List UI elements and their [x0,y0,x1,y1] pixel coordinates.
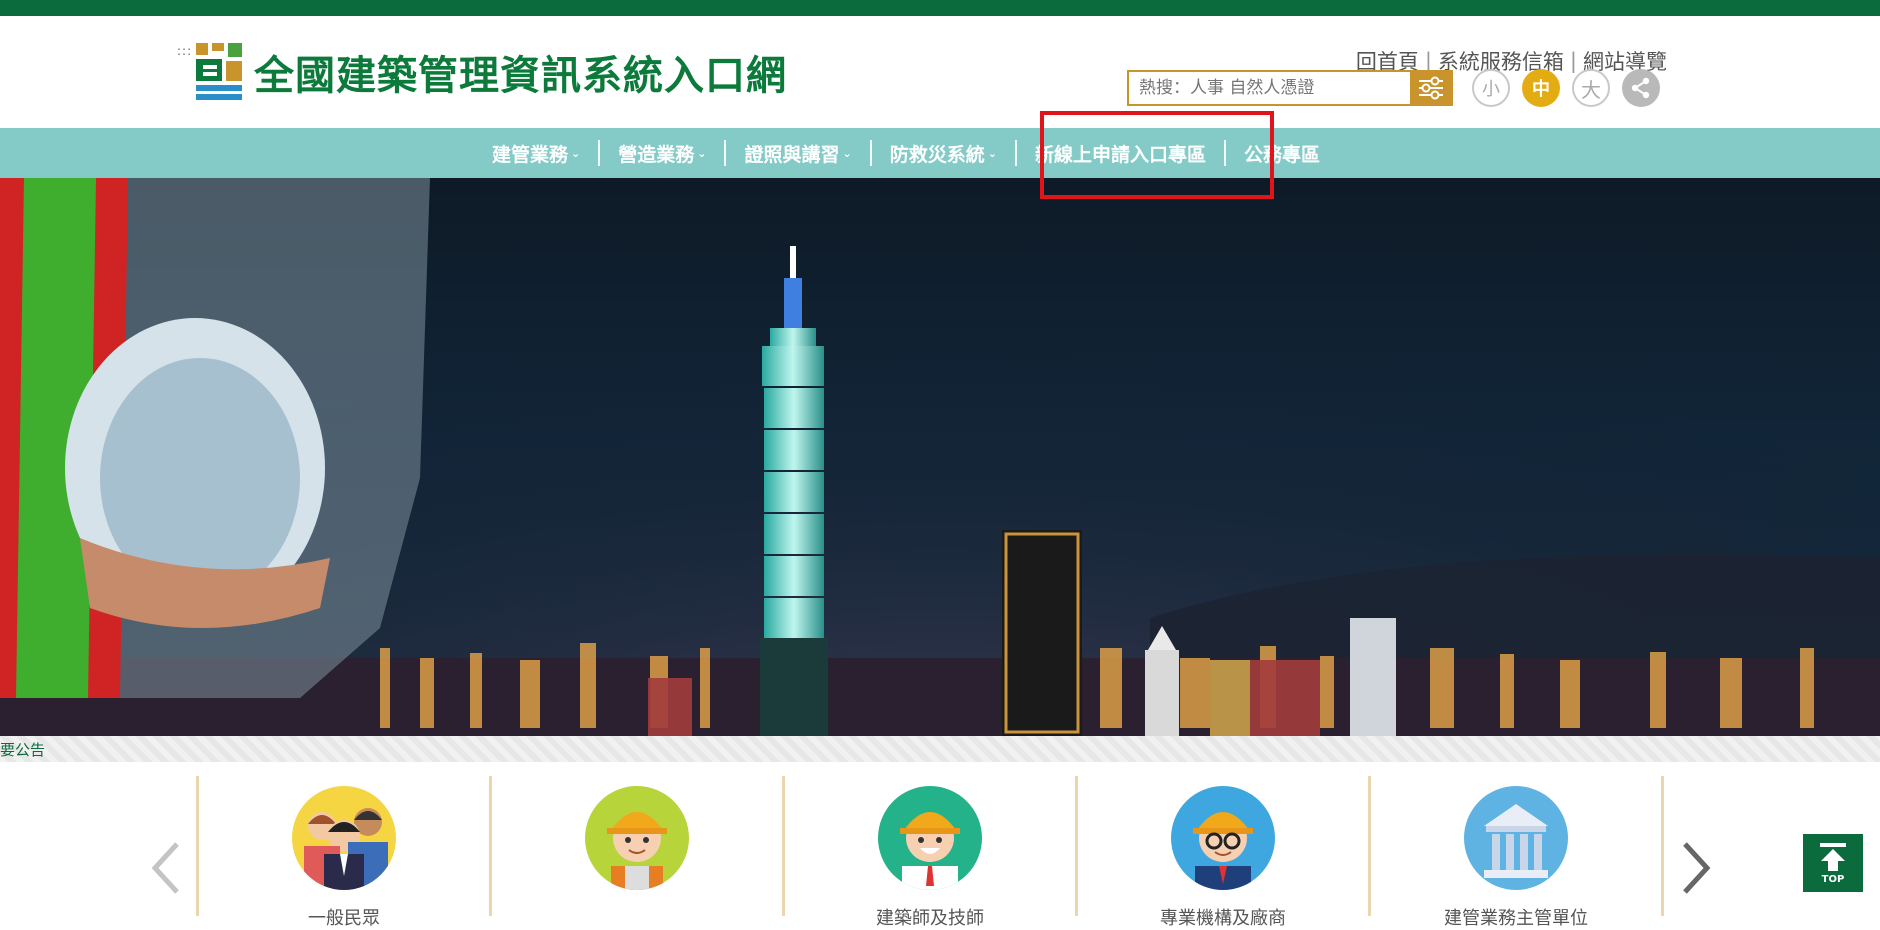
nav-separator [869,140,872,166]
carousel-prev-button[interactable] [146,838,186,898]
share-icon [1631,77,1650,99]
back-to-top-button[interactable]: TOP [1803,834,1863,892]
nav-separator [1014,140,1017,166]
chevron-down-icon: ⌄ [987,146,997,160]
card-label: 建築師及技師 [876,908,984,929]
search-input[interactable] [1129,73,1413,103]
nav-public-service[interactable]: 公務專區 [1232,128,1332,178]
site-title: 全國建築管理資訊系統入口網 [254,53,787,99]
nav-online-application[interactable]: 新線上申請入口專區 [1023,128,1218,178]
nav-label: 營造業務 [618,143,695,166]
card-divider [782,776,785,916]
card-divider [196,776,199,916]
nav-separator [598,140,601,166]
font-size-small-button[interactable]: 小 [1472,69,1510,107]
nav-construction-business[interactable]: 營造業務 ⌄ [606,128,718,178]
carousel-next-button[interactable] [1676,838,1716,898]
ticker-text[interactable]: 要公告 [0,739,45,760]
arrow-up-icon [1820,842,1846,871]
hero-banner [0,178,1880,736]
card-label: 專業機構及廠商 [1160,908,1286,929]
chevron-down-icon: ⌄ [697,146,707,160]
card-divider [489,776,492,916]
top-accent-bar [0,0,1880,16]
card-government-authority[interactable]: 建管業務主管單位 [1444,786,1588,929]
nav-separator [1223,140,1226,166]
nav-label: 新線上申請入口專區 [1034,143,1206,166]
sliders-icon [1419,76,1443,100]
nav-licenses-training[interactable]: 證照與講習 ⌄ [732,128,863,178]
government-building-avatar [1464,786,1568,890]
advanced-search-button[interactable] [1410,70,1452,106]
card-divider [1368,776,1371,916]
professional-avatar [1171,786,1275,890]
card-general-public[interactable]: 一般民眾 [274,786,414,929]
construction-worker-avatar [585,786,689,890]
back-to-top-label: TOP [1821,873,1845,885]
card-construction-worker[interactable] [567,786,707,916]
nav-label: 公務專區 [1243,143,1320,166]
share-button[interactable] [1622,69,1660,107]
chevron-down-icon: ⌄ [571,146,581,160]
people-group-avatar [292,786,396,890]
card-label: 建管業務主管單位 [1444,908,1588,929]
chevron-left-icon [151,842,179,894]
card-divider [1661,776,1664,916]
nav-disaster-prevention[interactable]: 防救災系統 ⌄ [878,128,1009,178]
card-label: 一般民眾 [308,908,380,929]
nav-separator [724,140,727,166]
taipei-skyline-image [0,178,1880,736]
user-category-carousel: 一般民眾 建築師及技師 專業機構及廠商 建管業務主管單位 [0,762,1880,929]
site-header: ::: 全國建築管理資訊系統入口網 回首頁 | 系統服務信箱 | 網站導覽 熱搜… [0,16,1880,128]
card-architect-engineer[interactable]: 建築師及技師 [860,786,1000,929]
nav-label: 證照與講習 [744,143,840,166]
announcement-ticker: 要公告 [0,736,1880,763]
site-logo-link[interactable]: ::: 全國建築管理資訊系統入口網 [177,32,787,112]
font-size-large-button[interactable]: 大 [1572,69,1610,107]
font-size-medium-button[interactable]: 中 [1522,69,1560,107]
architect-avatar [878,786,982,890]
chevron-right-icon [1683,842,1711,894]
nav-label: 建管業務 [492,143,569,166]
main-navigation: 建管業務 ⌄ 營造業務 ⌄ 證照與講習 ⌄ 防救災系統 ⌄ 新線上申請入口專區 公務專區 [0,128,1880,178]
chevron-down-icon: ⌄ [842,146,852,160]
nav-building-management[interactable]: 建管業務 ⌄ [480,128,592,178]
card-divider [1075,776,1078,916]
site-logo-icon [194,41,244,103]
card-professional-vendor[interactable]: 專業機構及廠商 [1153,786,1293,929]
link-separator: | [1569,49,1577,73]
nav-label: 防救災系統 [889,143,985,166]
search-box [1127,70,1453,106]
accesskey-marker: ::: [177,44,193,58]
